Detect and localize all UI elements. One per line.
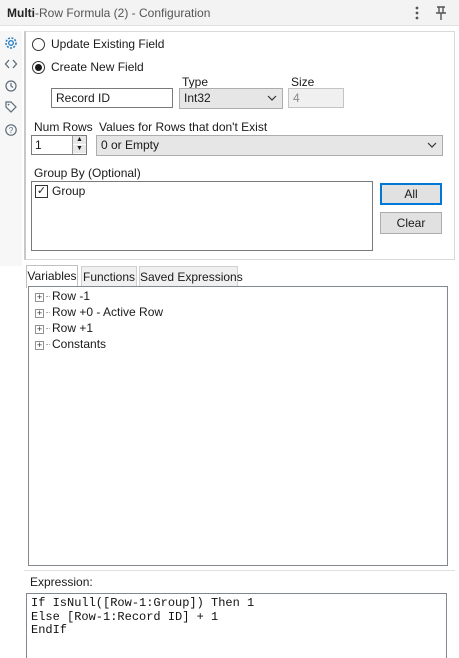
create-new-label: Create New Field bbox=[51, 60, 144, 74]
stepper-up-icon[interactable]: ▲ bbox=[73, 136, 86, 144]
group-item-label: Group bbox=[52, 184, 86, 198]
stepper-down-icon[interactable]: ▼ bbox=[73, 145, 86, 153]
divider bbox=[24, 570, 455, 571]
expression-label: Expression: bbox=[30, 575, 93, 589]
tag-icon[interactable] bbox=[3, 100, 19, 116]
tab-variables[interactable]: Variables bbox=[26, 265, 78, 288]
size-label: Size bbox=[291, 75, 315, 89]
tab-functions[interactable]: Functions bbox=[81, 266, 137, 287]
expand-plus-icon[interactable]: + bbox=[35, 325, 44, 334]
size-input: 4 bbox=[288, 88, 344, 108]
nonexistent-rows-label: Values for Rows that don't Exist bbox=[99, 120, 268, 134]
expand-plus-icon[interactable]: + bbox=[35, 309, 44, 318]
all-button[interactable]: All bbox=[380, 183, 442, 205]
svg-text:?: ? bbox=[9, 126, 14, 135]
stepper-buttons: ▲ ▼ bbox=[72, 136, 86, 154]
group-by-label: Group By (Optional) bbox=[34, 166, 141, 180]
num-rows-stepper[interactable]: 1 ▲ ▼ bbox=[31, 135, 87, 155]
gear-icon[interactable] bbox=[3, 36, 19, 52]
window-title: Multi-Row Formula (2) - Configuration bbox=[7, 6, 211, 20]
update-existing-label: Update Existing Field bbox=[51, 37, 165, 51]
chevron-down-icon bbox=[427, 138, 437, 155]
nonexistent-rows-select[interactable]: 0 or Empty bbox=[96, 135, 443, 156]
tree-item-row-minus-1[interactable]: + Row -1 bbox=[35, 289, 90, 303]
create-new-radio[interactable] bbox=[32, 61, 45, 74]
pin-icon[interactable] bbox=[433, 4, 449, 22]
num-rows-value: 1 bbox=[35, 138, 42, 152]
field-name-input[interactable]: Record ID bbox=[51, 88, 173, 108]
clear-button[interactable]: Clear bbox=[380, 212, 442, 234]
history-icon[interactable] bbox=[3, 79, 19, 95]
tab-saved-expressions[interactable]: Saved Expressions bbox=[139, 266, 243, 287]
type-label: Type bbox=[182, 75, 209, 89]
expression-editor[interactable]: If IsNull([Row-1:Group]) Then 1 Else [Ro… bbox=[26, 593, 447, 658]
chevron-down-icon bbox=[267, 91, 277, 108]
update-existing-radio[interactable] bbox=[32, 38, 45, 51]
code-icon[interactable] bbox=[3, 57, 19, 73]
expand-plus-icon[interactable]: + bbox=[35, 341, 44, 350]
help-icon[interactable]: ? bbox=[3, 123, 19, 139]
type-select[interactable]: Int32 bbox=[179, 88, 283, 109]
tree-item-row-active[interactable]: + Row +0 - Active Row bbox=[35, 305, 163, 319]
num-rows-label: Num Rows bbox=[34, 120, 93, 134]
group-checkbox[interactable]: ✓ bbox=[35, 185, 48, 198]
vertical-ellipsis-icon[interactable] bbox=[409, 4, 425, 22]
expand-plus-icon[interactable]: + bbox=[35, 293, 44, 302]
tree-item-row-plus-1[interactable]: + Row +1 bbox=[35, 321, 93, 335]
tree-item-constants[interactable]: + Constants bbox=[35, 337, 106, 351]
